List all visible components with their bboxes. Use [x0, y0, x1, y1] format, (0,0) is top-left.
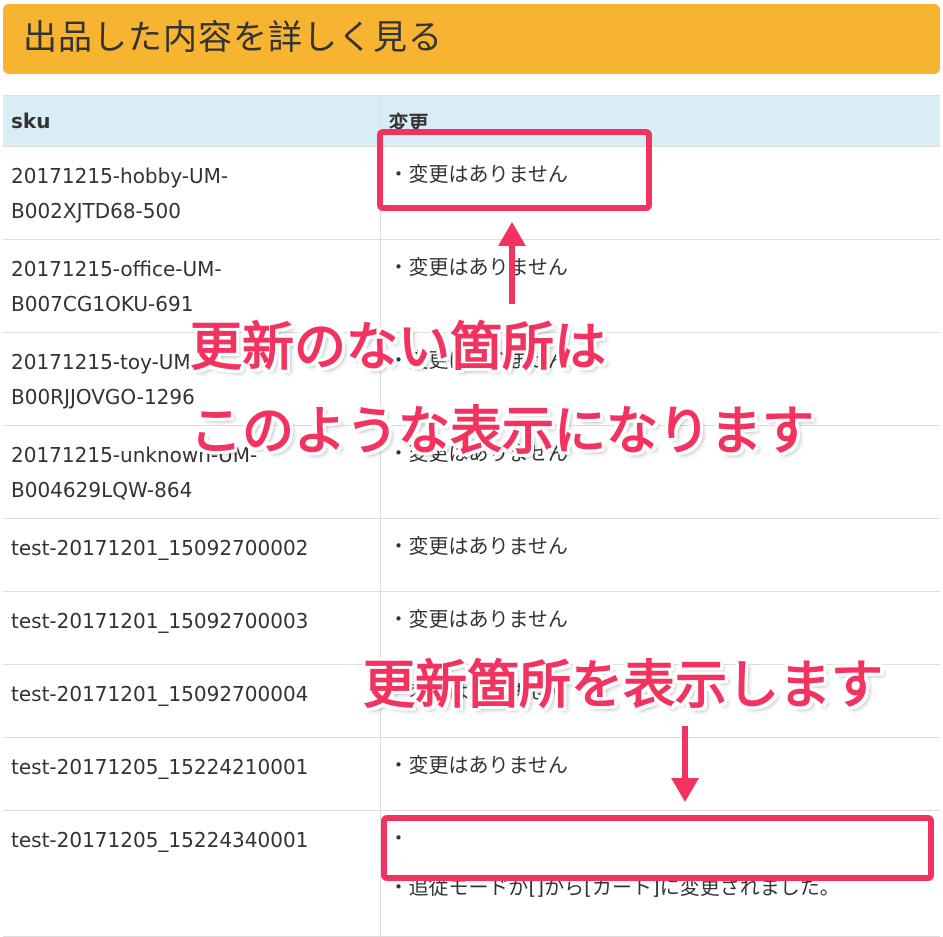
- arrow-up-icon: [498, 222, 526, 246]
- sku-line: 20171215-office-UM-: [11, 257, 222, 281]
- sku-cell: test-20171205_15224340001: [3, 810, 381, 937]
- arrow-down-icon: [671, 778, 699, 802]
- sku-cell: test-20171205_15224210001: [3, 737, 381, 811]
- page-title: 出品した内容を詳しく見る: [23, 18, 443, 58]
- callout-no-update-line1: 更新のない箇所は: [190, 318, 607, 378]
- changes-cell: ・変更はありません: [380, 737, 940, 811]
- sku-line: test-20171201_15092700004: [11, 682, 309, 706]
- changes-cell: ・変更はありません: [380, 518, 940, 592]
- sku-cell: test-20171201_15092700002: [3, 518, 381, 592]
- sku-line: test-20171201_15092700003: [11, 609, 309, 633]
- sku-line: B004629LQW-864: [11, 478, 193, 502]
- sku-cell: 20171215-hobby-UM- B002XJTD68-500: [3, 146, 381, 240]
- callout-no-update-line2: このような表示になります: [190, 402, 815, 462]
- change-line: ・変更はありません: [388, 255, 568, 279]
- arrow-shaft: [509, 244, 515, 304]
- sku-line: test-20171201_15092700002: [11, 536, 309, 560]
- table-row: test-20171201_15092700003 ・変更はありません: [3, 591, 940, 665]
- change-line: ・変更はありません: [388, 534, 568, 558]
- page-title-bar: 出品した内容を詳しく見る: [3, 4, 940, 74]
- sku-changes-table: sku 変更 20171215-hobby-UM- B002XJTD68-500…: [3, 95, 940, 937]
- sku-line: B002XJTD68-500: [11, 199, 181, 223]
- highlight-box-no-change: [377, 129, 652, 211]
- sku-line: 20171215-hobby-UM-: [11, 164, 229, 188]
- sku-cell: test-20171201_15092700003: [3, 591, 381, 665]
- column-header-sku: sku: [3, 95, 381, 147]
- table-row: test-20171205_15224210001 ・変更はありません: [3, 737, 940, 811]
- table-row: test-20171201_15092700002 ・変更はありません: [3, 518, 940, 592]
- change-line: ・変更はありません: [388, 753, 568, 777]
- change-line: ・変更はありません: [388, 607, 568, 631]
- highlight-box-changed: [381, 815, 934, 881]
- changes-cell: ・変更はありません: [380, 591, 940, 665]
- sku-line: B007CG1OKU-691: [11, 292, 194, 316]
- sku-cell: test-20171201_15092700004: [3, 664, 381, 738]
- arrow-shaft: [682, 726, 688, 778]
- sku-line: test-20171205_15224210001: [11, 755, 309, 779]
- callout-update: 更新箇所を表示します: [363, 656, 884, 716]
- sku-line: test-20171205_15224340001: [11, 828, 309, 852]
